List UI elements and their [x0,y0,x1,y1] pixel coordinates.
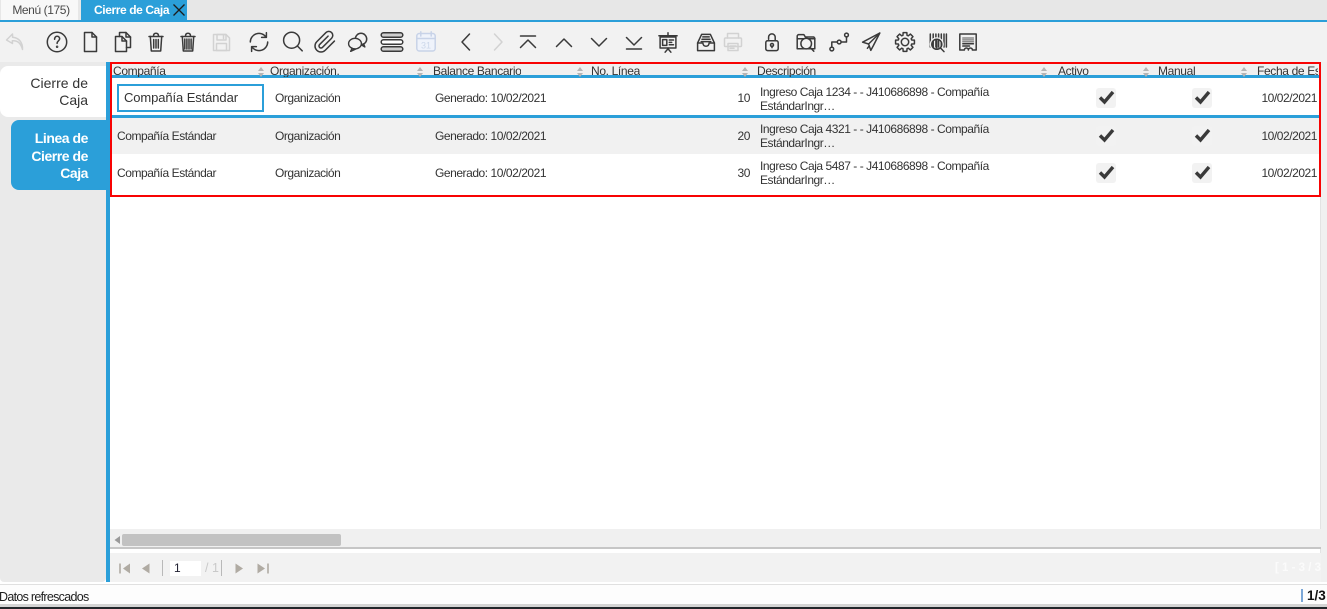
svg-text:31: 31 [421,41,431,51]
